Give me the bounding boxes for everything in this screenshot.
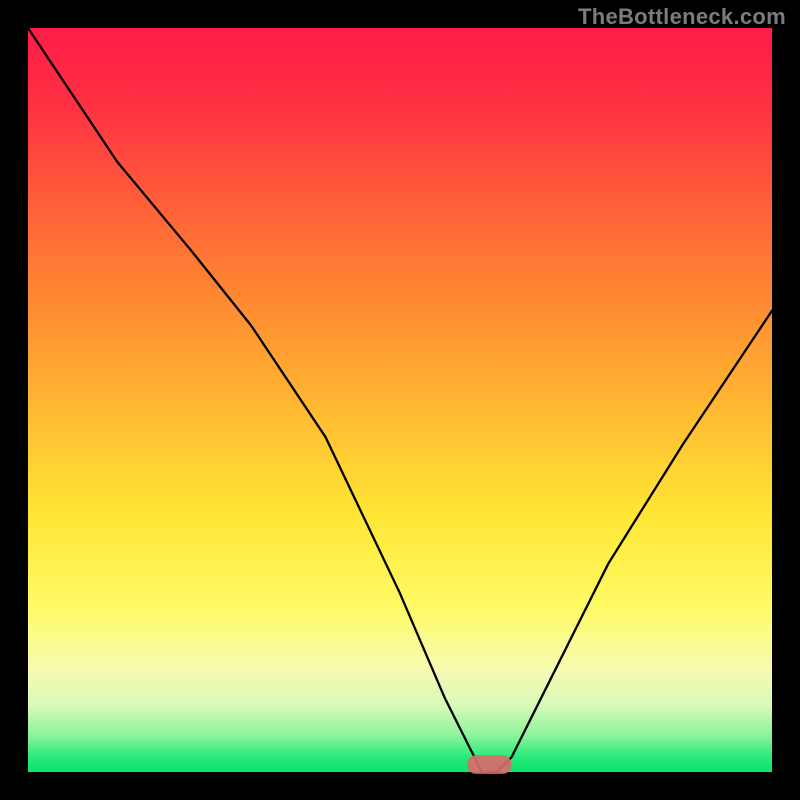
- chart-plot-area: [28, 28, 772, 772]
- chart-svg: [28, 28, 772, 772]
- bottleneck-curve: [28, 28, 772, 772]
- chart-frame: TheBottleneck.com: [0, 0, 800, 800]
- watermark-text: TheBottleneck.com: [578, 4, 786, 30]
- optimal-marker: [467, 755, 512, 774]
